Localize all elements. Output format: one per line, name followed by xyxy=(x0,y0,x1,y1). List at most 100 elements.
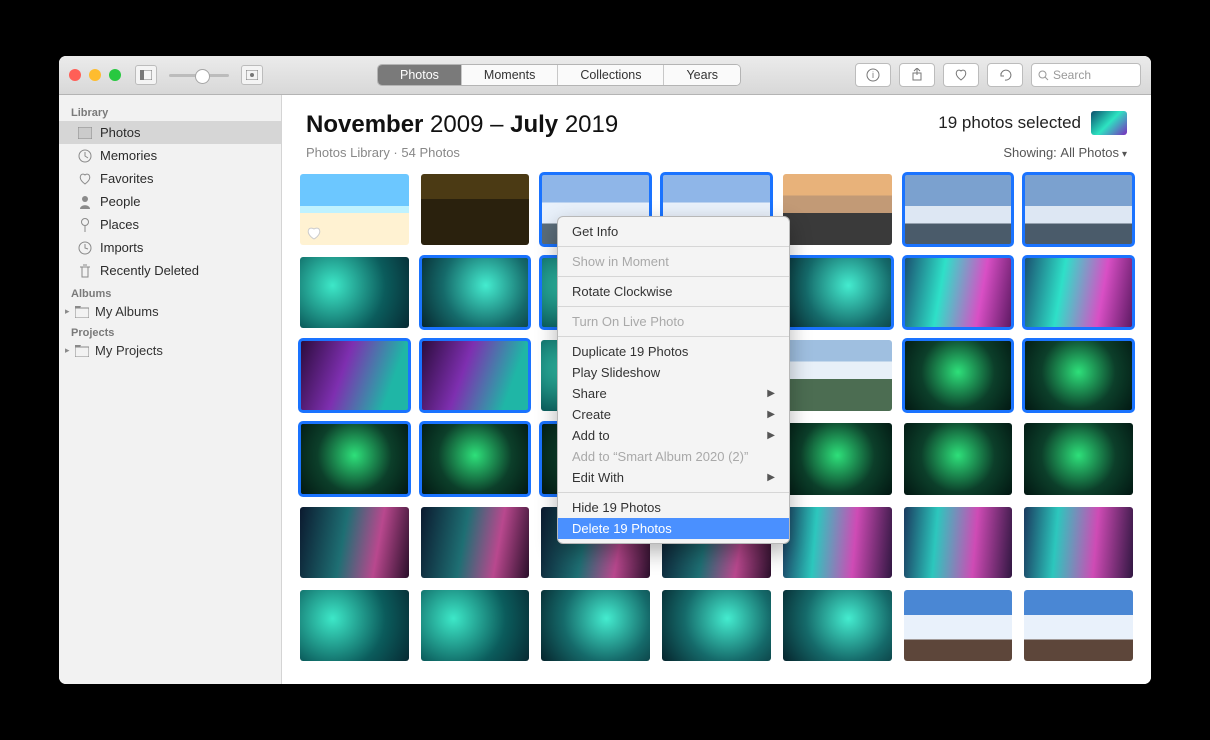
pin-icon xyxy=(77,217,92,232)
menu-item-add-to-smart-album-2020-2: Add to “Smart Album 2020 (2)” xyxy=(558,446,789,467)
selection-count: 19 photos selected xyxy=(938,113,1081,133)
favorite-button[interactable] xyxy=(943,63,979,87)
menu-separator xyxy=(558,276,789,277)
context-menu: Get InfoShow in MomentRotate ClockwiseTu… xyxy=(557,216,790,544)
photo-thumbnail[interactable] xyxy=(421,507,530,578)
sidebar-item-my-projects[interactable]: ▸My Projects xyxy=(59,341,281,360)
view-segment-collections[interactable]: Collections xyxy=(558,65,664,85)
close-button[interactable] xyxy=(69,69,81,81)
view-segment-years[interactable]: Years xyxy=(664,65,740,85)
aspect-toggle-button[interactable] xyxy=(241,65,263,85)
sidebar-item-imports[interactable]: Imports xyxy=(59,236,281,259)
photo-thumbnail[interactable] xyxy=(300,174,409,245)
menu-item-label: Add to xyxy=(572,428,610,443)
view-segmented-control: PhotosMomentsCollectionsYears xyxy=(377,64,741,86)
menu-item-label: Duplicate 19 Photos xyxy=(572,344,688,359)
sidebar-item-favorites[interactable]: Favorites xyxy=(59,167,281,190)
sidebar-item-places[interactable]: Places xyxy=(59,213,281,236)
photo-grid-scroll[interactable]: Get InfoShow in MomentRotate ClockwiseTu… xyxy=(282,168,1151,684)
photo-thumbnail[interactable] xyxy=(904,590,1013,661)
photo-thumbnail[interactable] xyxy=(421,423,530,494)
view-segment-photos[interactable]: Photos xyxy=(378,65,462,85)
menu-item-hide-19-photos[interactable]: Hide 19 Photos xyxy=(558,497,789,518)
photo-thumbnail[interactable] xyxy=(421,340,530,411)
search-field[interactable]: Search xyxy=(1031,63,1141,87)
menu-item-edit-with[interactable]: Edit With▶ xyxy=(558,467,789,488)
photo-thumbnail[interactable] xyxy=(783,423,892,494)
toolbar-right: i Search xyxy=(855,63,1141,87)
sidebar-item-photos[interactable]: Photos xyxy=(59,121,281,144)
slider-knob[interactable] xyxy=(195,69,210,84)
photo-thumbnail[interactable] xyxy=(421,174,530,245)
menu-item-label: Add to “Smart Album 2020 (2)” xyxy=(572,449,748,464)
menu-item-show-in-moment: Show in Moment xyxy=(558,251,789,272)
svg-text:i: i xyxy=(872,70,874,80)
photo-thumbnail[interactable] xyxy=(904,507,1013,578)
sidebar-item-label: Memories xyxy=(100,148,157,163)
clock-icon xyxy=(77,240,92,255)
sidebar-item-my-albums[interactable]: ▸My Albums xyxy=(59,302,281,321)
info-button[interactable]: i xyxy=(855,63,891,87)
menu-item-label: Share xyxy=(572,386,607,401)
photo-thumbnail[interactable] xyxy=(904,174,1013,245)
photo-thumbnail[interactable] xyxy=(421,590,530,661)
submenu-arrow-icon: ▶ xyxy=(767,388,775,399)
person-icon xyxy=(77,194,92,209)
photo-thumbnail[interactable] xyxy=(1024,423,1133,494)
photo-thumbnail[interactable] xyxy=(300,423,409,494)
minimize-button[interactable] xyxy=(89,69,101,81)
photo-thumbnail[interactable] xyxy=(1024,257,1133,328)
selection-preview-thumb xyxy=(1091,111,1127,135)
menu-item-duplicate-19-photos[interactable]: Duplicate 19 Photos xyxy=(558,341,789,362)
photo-thumbnail[interactable] xyxy=(1024,174,1133,245)
photo-thumbnail[interactable] xyxy=(662,590,771,661)
menu-item-rotate-clockwise[interactable]: Rotate Clockwise xyxy=(558,281,789,302)
disclosure-triangle-icon[interactable]: ▸ xyxy=(65,306,73,317)
photo-thumbnail[interactable] xyxy=(1024,590,1133,661)
photo-thumbnail[interactable] xyxy=(904,423,1013,494)
sidebar-item-label: Imports xyxy=(100,240,143,255)
sidebar-item-label: People xyxy=(100,194,140,209)
photo-thumbnail[interactable] xyxy=(300,257,409,328)
memories-icon xyxy=(77,148,92,163)
sidebar-item-people[interactable]: People xyxy=(59,190,281,213)
menu-item-add-to[interactable]: Add to▶ xyxy=(558,425,789,446)
photo-thumbnail[interactable] xyxy=(783,507,892,578)
showing-filter[interactable]: Showing: All Photos▾ xyxy=(1003,145,1127,160)
menu-item-label: Create xyxy=(572,407,611,422)
menu-item-share[interactable]: Share ▶ xyxy=(558,383,789,404)
photo-thumbnail[interactable] xyxy=(783,340,892,411)
photo-thumbnail[interactable] xyxy=(1024,507,1133,578)
menu-item-play-slideshow[interactable]: Play Slideshow xyxy=(558,362,789,383)
photo-thumbnail[interactable] xyxy=(541,590,650,661)
rotate-button[interactable] xyxy=(987,63,1023,87)
photo-thumbnail[interactable] xyxy=(300,340,409,411)
photo-thumbnail[interactable] xyxy=(904,257,1013,328)
photo-thumbnail[interactable] xyxy=(300,590,409,661)
sidebar-toggle-button[interactable] xyxy=(135,65,157,85)
sidebar-section-header: Library xyxy=(59,101,281,121)
menu-item-delete-19-photos[interactable]: Delete 19 Photos xyxy=(558,518,789,539)
search-placeholder: Search xyxy=(1053,68,1091,82)
sidebar-item-label: Favorites xyxy=(100,171,153,186)
photo-thumbnail[interactable] xyxy=(421,257,530,328)
share-button[interactable] xyxy=(899,63,935,87)
disclosure-triangle-icon[interactable]: ▸ xyxy=(65,345,73,356)
heart-icon xyxy=(77,171,92,186)
view-segment-moments[interactable]: Moments xyxy=(462,65,558,85)
menu-item-create[interactable]: Create ▶ xyxy=(558,404,789,425)
submenu-arrow-icon: ▶ xyxy=(767,409,775,420)
photo-thumbnail[interactable] xyxy=(300,507,409,578)
sidebar-item-recently-deleted[interactable]: Recently Deleted xyxy=(59,259,281,282)
zoom-button[interactable] xyxy=(109,69,121,81)
sidebar-section-header: Albums xyxy=(59,282,281,302)
photo-thumbnail[interactable] xyxy=(1024,340,1133,411)
photo-thumbnail[interactable] xyxy=(783,174,892,245)
photo-thumbnail[interactable] xyxy=(783,257,892,328)
menu-item-get-info[interactable]: Get Info xyxy=(558,221,789,242)
menu-item-label: Show in Moment xyxy=(572,254,669,269)
photo-thumbnail[interactable] xyxy=(904,340,1013,411)
sidebar-item-memories[interactable]: Memories xyxy=(59,144,281,167)
photo-thumbnail[interactable] xyxy=(783,590,892,661)
thumbnail-size-slider[interactable] xyxy=(169,74,229,77)
